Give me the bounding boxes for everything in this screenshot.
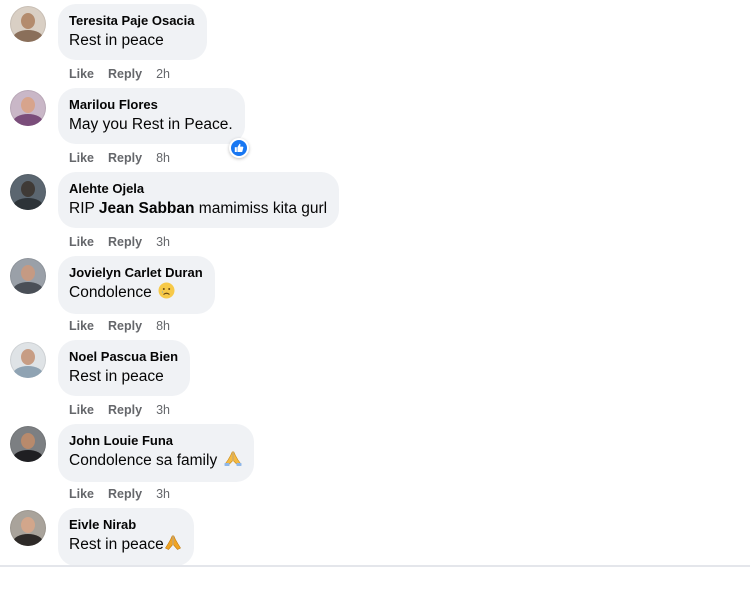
reply-button[interactable]: Reply: [108, 151, 142, 165]
comment-timestamp[interactable]: 3h: [156, 235, 170, 249]
user-avatar-icon[interactable]: [10, 426, 46, 462]
like-button[interactable]: Like: [69, 151, 94, 165]
user-avatar-icon[interactable]: [10, 258, 46, 294]
like-button[interactable]: Like: [69, 67, 94, 81]
like-button[interactable]: Like: [69, 319, 94, 333]
comment-author[interactable]: John Louie Funa: [69, 432, 242, 449]
like-button[interactable]: Like: [69, 487, 94, 501]
comment-text-prefix: RIP: [69, 200, 99, 217]
reply-button[interactable]: Reply: [108, 319, 142, 333]
comment-text: Rest in peace: [69, 534, 182, 557]
comment-author[interactable]: Alehte Ojela: [69, 180, 327, 197]
comment-actions: Like Reply 3h: [69, 234, 170, 250]
comment-actions: Like Reply 2h: [69, 66, 170, 82]
comment-timestamp[interactable]: 3h: [156, 403, 170, 417]
crying-face-icon: [158, 282, 175, 305]
comment-text: Condolence sa family: [69, 450, 242, 473]
comment-item: Alehte Ojela RIP Jean Sabban mamimiss ki…: [10, 172, 730, 256]
reply-button[interactable]: Reply: [108, 235, 142, 249]
comment-author[interactable]: Eivle Nirab: [69, 516, 182, 533]
comment-bubble: Noel Pascua Bien Rest in peace: [58, 340, 191, 396]
comment-author[interactable]: Noel Pascua Bien: [69, 348, 178, 365]
user-avatar-icon[interactable]: [10, 6, 46, 42]
reply-button[interactable]: Reply: [108, 403, 142, 417]
comment-text: May you Rest in Peace.: [69, 116, 233, 133]
comments-list: Teresita Paje Osacia Rest in peace Like R…: [10, 4, 730, 592]
comment-timestamp[interactable]: 3h: [156, 487, 170, 501]
divider: [0, 565, 750, 567]
praying-hands-icon: [224, 450, 242, 473]
comment-bubble: Teresita Paje Osacia Rest in peace: [58, 4, 207, 60]
comment-timestamp[interactable]: 2h: [156, 67, 170, 81]
praying-hands-icon: [164, 534, 182, 557]
comment-bubble: Marilou Flores May you Rest in Peace.: [58, 88, 245, 144]
comment-actions: Like Reply 3h: [69, 402, 170, 418]
like-button[interactable]: Like: [69, 403, 94, 417]
comment-text-suffix: mamimiss kita gurl: [194, 200, 328, 217]
comment-item: Marilou Flores May you Rest in Peace. Li…: [10, 88, 730, 172]
comment-actions: Like Reply 3h: [69, 486, 170, 502]
like-reaction-icon[interactable]: [229, 138, 249, 158]
comment-bubble: Eivle Nirab Rest in peace: [58, 508, 194, 566]
comment-author[interactable]: Teresita Paje Osacia: [69, 12, 195, 29]
user-avatar-icon[interactable]: [10, 342, 46, 378]
comment-text: RIP Jean Sabban mamimiss kita gurl: [69, 198, 327, 219]
comment-author[interactable]: Marilou Flores: [69, 96, 233, 113]
comment-item: Teresita Paje Osacia Rest in peace Like R…: [10, 4, 730, 88]
comment-item: Noel Pascua Bien Rest in peace Like Reply…: [10, 340, 730, 424]
comment-text-body: Condolence sa family: [69, 452, 218, 469]
user-avatar-icon[interactable]: [10, 90, 46, 126]
comment-text-body: Condolence: [69, 284, 152, 301]
comment-text: Rest in peace: [69, 368, 164, 385]
user-avatar-icon[interactable]: [10, 510, 46, 546]
comment-bubble: Jovielyn Carlet Duran Condolence: [58, 256, 215, 314]
comment-item: Jovielyn Carlet Duran Condolence Like Rep…: [10, 256, 730, 340]
comment-bubble: Alehte Ojela RIP Jean Sabban mamimiss ki…: [58, 172, 340, 228]
user-avatar-icon[interactable]: [10, 174, 46, 210]
comment-actions: Like Reply 8h: [69, 150, 170, 166]
like-button[interactable]: Like: [69, 235, 94, 249]
thumbs-up-icon: [234, 143, 244, 152]
comment-author[interactable]: Jovielyn Carlet Duran: [69, 264, 203, 281]
reply-button[interactable]: Reply: [108, 67, 142, 81]
comment-timestamp[interactable]: 8h: [156, 319, 170, 333]
comment-item: John Louie Funa Condolence sa family Lik…: [10, 424, 730, 508]
comment-text: Rest in peace: [69, 32, 164, 49]
comment-text-body: Rest in peace: [69, 536, 164, 553]
reply-button[interactable]: Reply: [108, 487, 142, 501]
mention-link[interactable]: Jean Sabban: [99, 200, 195, 217]
comment-actions: Like Reply 8h: [69, 318, 170, 334]
comment-text: Condolence: [69, 282, 203, 305]
comment-timestamp[interactable]: 8h: [156, 151, 170, 165]
comment-bubble: John Louie Funa Condolence sa family: [58, 424, 254, 482]
comment-item: Eivle Nirab Rest in peace: [10, 508, 730, 592]
